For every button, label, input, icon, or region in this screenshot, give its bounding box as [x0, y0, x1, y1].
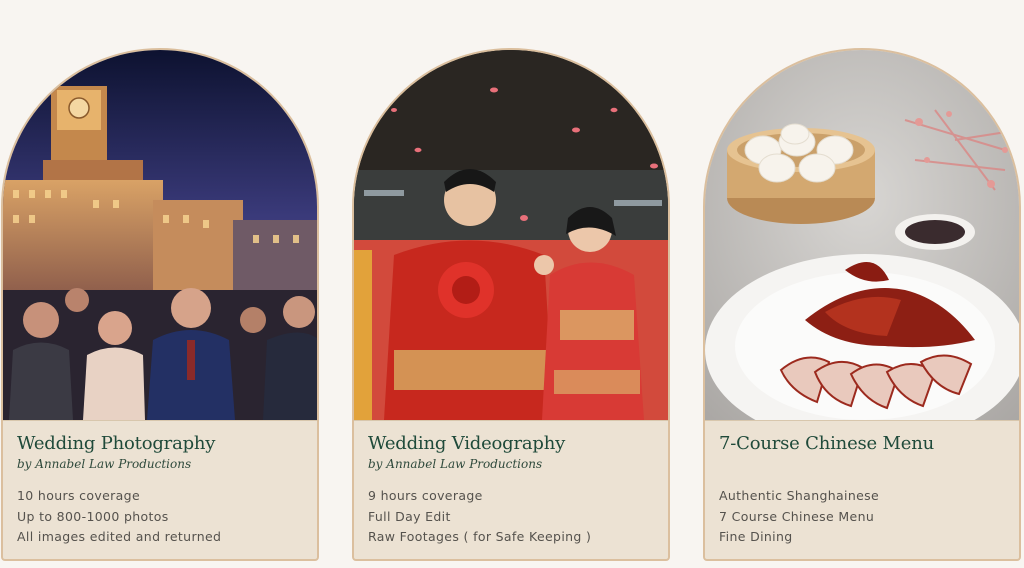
package-byline: by Annabel Law Productions — [368, 457, 543, 471]
feature-item: 10 hours coverage — [17, 488, 140, 503]
package-byline: by Annabel Law Productions — [17, 457, 192, 471]
feature-item: All images edited and returned — [17, 529, 222, 544]
feature-list: 10 hours coverage Up to 800-1000 photos … — [17, 486, 303, 548]
feature-list: 9 hours coverage Full Day Edit Raw Foota… — [368, 486, 654, 548]
feature-item: Authentic Shanghainese — [719, 488, 880, 503]
package-byline — [719, 456, 1005, 472]
package-title: Wedding Videography — [368, 433, 566, 454]
package-card-chinese-menu[interactable]: 7-Course Chinese Menu Authentic Shanghai… — [703, 48, 1021, 561]
package-info: 7-Course Chinese Menu Authentic Shanghai… — [705, 420, 1019, 559]
feature-item: Full Day Edit — [368, 508, 451, 524]
wedding-photography-image — [3, 50, 317, 420]
package-card-wedding-photography[interactable]: Wedding Photography by Annabel Law Produ… — [1, 48, 319, 561]
feature-list: Authentic Shanghainese 7 Course Chinese … — [719, 486, 1005, 548]
roast-duck-dumplings-photo — [705, 50, 1019, 420]
feature-item: Fine Dining — [719, 529, 793, 544]
package-info: Wedding Photography by Annabel Law Produ… — [3, 420, 317, 559]
package-card-wedding-videography[interactable]: Wedding Videography by Annabel Law Produ… — [352, 48, 670, 561]
package-card-row: Wedding Photography by Annabel Law Produ… — [0, 0, 1024, 568]
chinese-menu-image — [705, 50, 1019, 420]
wedding-couple-night-city-photo — [3, 50, 317, 420]
package-info: Wedding Videography by Annabel Law Produ… — [354, 420, 668, 559]
wedding-videography-image — [354, 50, 668, 420]
feature-item: 7 Course Chinese Menu — [719, 508, 875, 524]
package-title: 7-Course Chinese Menu — [719, 433, 934, 454]
package-title: Wedding Photography — [17, 433, 216, 454]
feature-item: Up to 800-1000 photos — [17, 508, 169, 524]
feature-item: 9 hours coverage — [368, 488, 483, 503]
feature-item: Raw Footages ( for Safe Keeping ) — [368, 529, 592, 544]
chinese-wedding-couple-photo — [354, 50, 668, 420]
